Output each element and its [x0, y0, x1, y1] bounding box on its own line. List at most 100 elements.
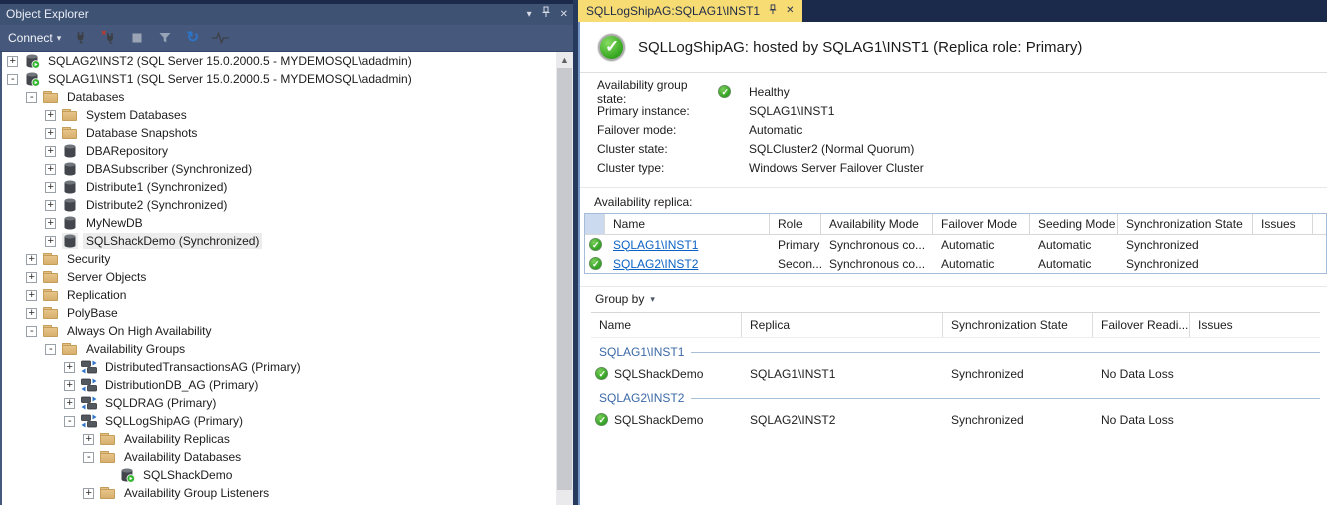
collapse-icon[interactable] [7, 73, 18, 85]
summary-row: Failover mode: Automatic [597, 120, 1327, 139]
collapse-icon[interactable] [26, 325, 37, 337]
tree-item-folder[interactable]: Availability Group Listeners [2, 484, 573, 502]
tree-item-label: Distribute1 (Synchronized) [86, 180, 228, 194]
healthy-check-icon [718, 85, 731, 98]
tree-item-availability-group[interactable]: SQLDRAG (Primary) [2, 394, 573, 412]
column-header[interactable]: Synchronization State [943, 313, 1093, 337]
expand-icon[interactable] [64, 397, 75, 409]
group-header: SQLAG2\INST2 [591, 391, 1320, 405]
tree-item-folder[interactable]: Always On High Availability [2, 322, 573, 340]
tree-item-label: Replication [67, 288, 127, 302]
scroll-up-icon[interactable]: ▲ [556, 52, 573, 68]
expand-icon[interactable] [83, 433, 94, 445]
collapse-icon[interactable] [83, 451, 94, 463]
tree-item-database[interactable]: Distribute1 (Synchronized) [2, 178, 573, 196]
tree-item-database-online[interactable]: SQLShackDemo [2, 466, 573, 484]
tree-item-database-selected[interactable]: SQLShackDemo (Synchronized) [2, 232, 573, 250]
tree-item-database[interactable]: Distribute2 (Synchronized) [2, 196, 573, 214]
replica-link[interactable]: SQLAG2\INST2 [613, 257, 698, 271]
expand-icon[interactable] [83, 487, 94, 499]
column-header[interactable]: Failover Readi... [1093, 313, 1190, 337]
expand-icon[interactable] [45, 109, 56, 121]
vertical-scrollbar[interactable]: ▲ [556, 52, 573, 505]
object-explorer-titlebar[interactable]: Object Explorer ▾ ✕ [0, 4, 573, 25]
summary-label: Availability group state: [597, 77, 688, 106]
tree-item-folder[interactable]: Availability Databases [2, 448, 573, 466]
tree-item-availability-group[interactable]: DistributedTransactionsAG (Primary) [2, 358, 573, 376]
activity-monitor-icon[interactable] [212, 30, 230, 46]
stop-icon[interactable] [128, 30, 145, 46]
expand-icon[interactable] [45, 163, 56, 175]
window-menu-icon[interactable]: ▾ [527, 9, 532, 20]
database-row[interactable]: SQLShackDemo SQLAG2\INST2 Synchronized N… [591, 409, 1320, 430]
column-header[interactable]: Issues [1253, 214, 1313, 234]
database-sync-state: Synchronized [951, 412, 1024, 427]
expand-icon[interactable] [64, 361, 75, 373]
tree-item-database[interactable]: DBASubscriber (Synchronized) [2, 160, 573, 178]
summary-label: Cluster type: [597, 160, 665, 175]
expand-icon[interactable] [45, 181, 56, 193]
tree-item-folder[interactable]: Server Objects [2, 268, 573, 286]
expand-icon[interactable] [64, 379, 75, 391]
document-tab[interactable]: SQLLogShipAG:SQLAG1\INST1 ✕ [578, 0, 803, 22]
column-header[interactable]: Availability Mode [821, 214, 933, 234]
status-column-header[interactable] [585, 214, 605, 234]
collapse-icon[interactable] [64, 415, 75, 427]
tree-item-database[interactable]: DBARepository [2, 142, 573, 160]
replica-row[interactable]: SQLAG1\INST1 Primary Synchronous co... A… [585, 235, 1326, 254]
group-by-dropdown[interactable]: Group by ▾ [595, 292, 1327, 306]
database-row[interactable]: SQLShackDemo SQLAG1\INST1 Synchronized N… [591, 363, 1320, 384]
pin-tab-icon[interactable] [768, 2, 778, 20]
expand-icon[interactable] [45, 145, 56, 157]
column-header[interactable]: Issues [1190, 313, 1320, 337]
column-header[interactable]: Seeding Mode [1030, 214, 1118, 234]
tree-item-folder[interactable]: Security [2, 250, 573, 268]
tree-item-folder[interactable]: Availability Groups [2, 340, 573, 358]
tree-item-database[interactable]: MyNewDB [2, 214, 573, 232]
column-header[interactable]: Replica [742, 313, 943, 337]
disconnect-plug-icon[interactable] [100, 30, 117, 46]
tree-item-server[interactable]: SQLAG2\INST2 (SQL Server 15.0.2000.5 - M… [2, 52, 573, 70]
connect-button[interactable]: Connect ▾ [8, 31, 61, 45]
expand-icon[interactable] [45, 235, 56, 247]
tree-item-label: Databases [67, 90, 125, 104]
summary-row: Primary instance: SQLAG1\INST1 [597, 101, 1327, 120]
scrollbar-thumb[interactable] [557, 68, 572, 490]
tree-item-folder[interactable]: PolyBase [2, 304, 573, 322]
close-icon[interactable]: ✕ [560, 9, 568, 20]
collapse-icon[interactable] [26, 91, 37, 103]
expand-icon[interactable] [26, 307, 37, 319]
pin-icon[interactable] [541, 4, 551, 25]
tree-item-server[interactable]: SQLAG1\INST1 (SQL Server 15.0.2000.5 - M… [2, 70, 573, 88]
expand-icon[interactable] [7, 55, 18, 67]
replica-link[interactable]: SQLAG1\INST1 [613, 238, 698, 252]
expand-icon[interactable] [26, 289, 37, 301]
expand-icon[interactable] [26, 271, 37, 283]
folder-icon [43, 323, 59, 339]
close-tab-icon[interactable]: ✕ [786, 6, 794, 16]
column-header[interactable]: Failover Mode [933, 214, 1030, 234]
column-header[interactable]: Name [605, 214, 770, 234]
expand-icon[interactable] [45, 127, 56, 139]
replica-row[interactable]: SQLAG2\INST2 Secon... Synchronous co... … [585, 254, 1326, 273]
column-header[interactable]: Role [770, 214, 821, 234]
column-header[interactable]: Synchronization State [1118, 214, 1253, 234]
database-online-icon [119, 467, 135, 483]
replica-failover-mode: Automatic [941, 256, 995, 271]
tree-item-folder[interactable]: Database Snapshots [2, 124, 573, 142]
filter-icon[interactable] [156, 30, 173, 46]
tree-item-availability-group[interactable]: DistributionDB_AG (Primary) [2, 376, 573, 394]
tree-item-folder[interactable]: Replication [2, 286, 573, 304]
collapse-icon[interactable] [45, 343, 56, 355]
tree-item-folder[interactable]: Availability Replicas [2, 430, 573, 448]
tree-item-folder[interactable]: Databases [2, 88, 573, 106]
object-explorer-toolbar: Connect ▾ ↻ [0, 25, 573, 52]
expand-icon[interactable] [26, 253, 37, 265]
connect-plug-icon[interactable] [72, 30, 89, 46]
expand-icon[interactable] [45, 199, 56, 211]
column-header[interactable]: Name [591, 313, 742, 337]
tree-item-folder[interactable]: System Databases [2, 106, 573, 124]
refresh-icon[interactable]: ↻ [184, 30, 201, 46]
expand-icon[interactable] [45, 217, 56, 229]
tree-item-availability-group[interactable]: SQLLogShipAG (Primary) [2, 412, 573, 430]
